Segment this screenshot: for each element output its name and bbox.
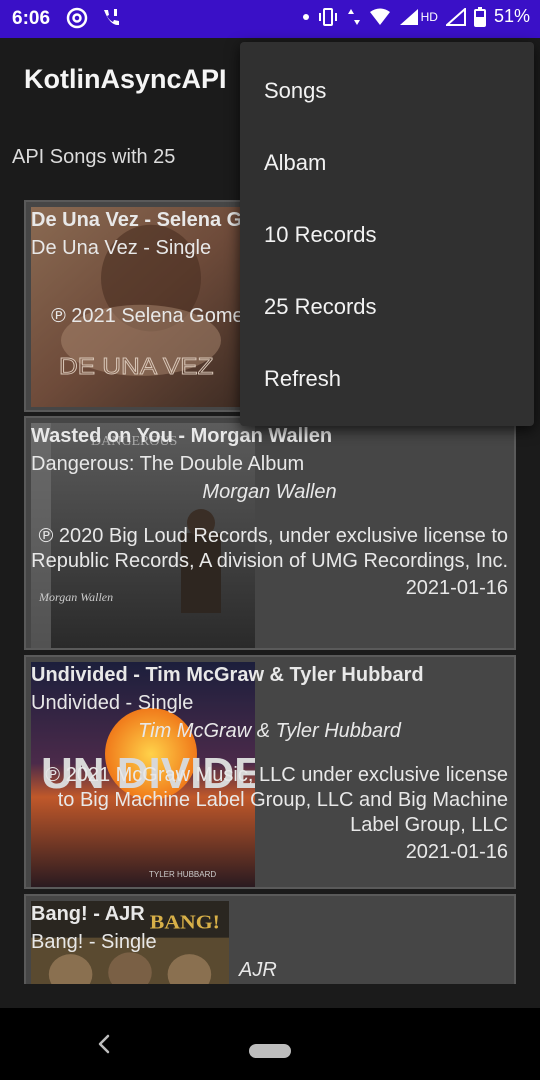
song-title: Bang! - AJR	[31, 903, 145, 925]
song-date: 2021-01-16	[405, 841, 508, 863]
song-artist: Morgan Wallen	[202, 481, 337, 503]
data-arrows-icon	[347, 8, 360, 25]
vibrate-icon	[318, 7, 337, 26]
song-artist: AJR	[239, 959, 277, 981]
overflow-menu: Songs Albam 10 Records 25 Records Refres…	[240, 42, 534, 426]
song-album: Undivided - Single	[31, 692, 194, 714]
song-album: Bang! - Single	[31, 931, 157, 953]
song-copyright: ℗ 2021 McGraw Music, LLC under exclusive…	[45, 764, 508, 836]
menu-item-songs[interactable]: Songs	[264, 78, 326, 104]
song-details: Bang! - AJR Bang! - Single AJR	[31, 900, 508, 984]
phone-notification-icon	[104, 9, 119, 26]
menu-item-25-records[interactable]: 25 Records	[264, 294, 377, 320]
song-card[interactable]: UN DIVIDED TYLER HUBBARD Undivided - Tim…	[24, 655, 516, 889]
network-type: HD	[420, 9, 438, 24]
song-artist: Tim McGraw & Tyler Hubbard	[138, 720, 401, 742]
battery-percent: 51%	[493, 6, 530, 26]
list-subtitle: API Songs with 25	[12, 146, 176, 168]
app-title: KotlinAsyncAPI	[24, 64, 227, 94]
menu-item-10-records[interactable]: 10 Records	[264, 222, 377, 248]
notification-icons	[66, 7, 122, 29]
notification-dot	[302, 13, 309, 20]
wifi-icon	[369, 8, 390, 25]
signal-icon	[399, 8, 418, 25]
back-icon[interactable]	[96, 1033, 112, 1055]
song-card[interactable]: DANGEROUS Morgan Wallen Wasted on You - …	[24, 416, 516, 650]
song-details: Wasted on You - Morgan Wallen Dangerous:…	[31, 422, 508, 602]
song-album: Dangerous: The Double Album	[31, 453, 305, 475]
song-title: Undivided - Tim McGraw & Tyler Hubbard	[31, 664, 424, 686]
menu-item-refresh[interactable]: Refresh	[264, 366, 341, 392]
home-pill-icon[interactable]	[249, 1044, 291, 1058]
navigation-bar	[0, 1008, 540, 1080]
song-title: Wasted on You - Morgan Wallen	[31, 425, 333, 447]
at-sign-icon	[66, 7, 88, 29]
song-card[interactable]: BANG! Bang! - AJR Bang! - Single AJR	[24, 894, 516, 984]
status-right: HD 51%	[302, 6, 530, 27]
song-details: Undivided - Tim McGraw & Tyler Hubbard U…	[31, 661, 508, 866]
song-date: 2021-01-16	[405, 577, 508, 599]
menu-item-albam[interactable]: Albam	[264, 150, 326, 176]
signal-icon-2	[445, 7, 466, 26]
status-time: 6:06	[12, 8, 51, 29]
album-art-subtext: TYLER HUBBARD	[149, 870, 216, 879]
status-bar: 6:06 HD 51%	[0, 0, 540, 38]
battery-icon	[473, 6, 486, 27]
song-copyright: ℗ 2020 Big Loud Records, under exclusive…	[31, 525, 508, 572]
album-art-text: DE UNA VEZ	[59, 354, 213, 379]
